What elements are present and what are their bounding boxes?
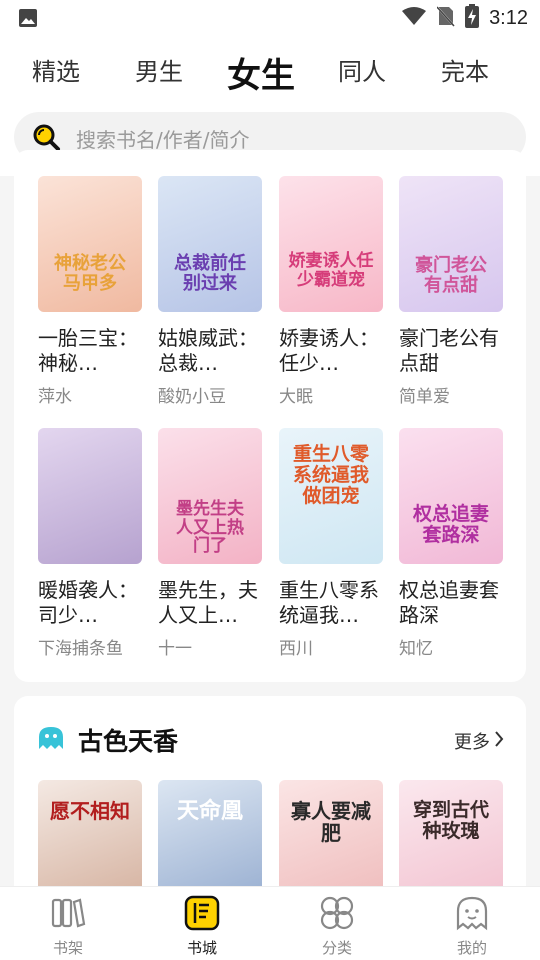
cover-title: 总裁前任别过来 [174,253,246,294]
cover-title: 豪门老公有点甜 [415,255,487,296]
section-title: 古色天香 [78,727,179,756]
nav-bookstore[interactable]: 书城 [162,895,242,958]
section-header: 古色天香 [36,722,178,758]
top-tab-bar: 精选 男生 女生 同人 完本 [0,36,540,109]
book-author: 酸奶小豆 [158,387,226,407]
book-item[interactable]: 愿不相知 [38,780,142,886]
wifi-icon [401,6,427,30]
tab-female-label: 女生 [227,56,295,96]
section-card: 古色天香 更多 愿不相知 天命凰 寡人要减肥 穿到古代种玫瑰 [14,696,526,916]
nav-category-label: 分类 [321,939,352,957]
cover-title: 愿不相知 [50,799,130,823]
status-bar: 3:12 [0,0,540,36]
nav-profile[interactable]: 我的 [432,895,512,958]
book-cover [38,428,142,564]
no-sim-icon [436,5,455,31]
book-item[interactable]: 娇妻诱人任少霸道宠 娇妻诱人：任少… 大眠 [279,176,383,407]
book-item[interactable]: 总裁前任别过来 姑娘威武：总裁… 酸奶小豆 [158,176,262,407]
book-item[interactable]: 寡人要减肥 [279,780,383,886]
book-item[interactable]: 重生八零系统逼我做团宠 重生八零系统逼我… 西川 [279,428,383,659]
book-cover: 总裁前任别过来 [158,176,262,312]
book-item[interactable]: 天命凰 [158,780,262,886]
book-cover: 重生八零系统逼我做团宠 [279,428,383,564]
book-title: 姑娘威武：总裁… [158,326,258,375]
bookstore-icon [162,895,242,931]
book-title: 豪门老公有点甜 [399,326,499,375]
nav-category[interactable]: 分类 [297,895,377,958]
book-item[interactable]: 神秘老公马甲多 一胎三宝：神秘… 萍水 [38,176,142,407]
book-item[interactable]: 暖婚袭人：司少… 下海捕条鱼 [38,428,142,659]
cover-title: 寡人要减肥 [291,799,371,845]
ghost-mascot-icon [36,725,66,755]
more-link[interactable]: 更多 [454,728,504,754]
nav-bookshelf[interactable]: 书架 [28,895,108,958]
book-title: 暖婚袭人：司少… [38,578,138,627]
book-cover: 娇妻诱人任少霸道宠 [279,176,383,312]
cover-title: 天命凰 [176,799,243,824]
book-title: 权总追妻套路深 [399,578,499,627]
book-author: 西川 [279,639,313,659]
clock-time: 3:12 [489,6,528,29]
more-label: 更多 [454,732,490,753]
cover-title: 墨先生夫人又上热门了 [176,499,244,557]
tab-featured[interactable]: 精选 [32,52,80,87]
tab-male[interactable]: 男生 [135,52,183,87]
book-author: 简单爱 [399,387,450,407]
gallery-notification-icon [18,8,38,32]
chevron-right-icon [494,730,504,753]
book-item[interactable]: 穿到古代种玫瑰 [399,780,503,886]
search-placeholder: 搜索书名/作者/简介 [76,128,250,152]
book-item[interactable]: 墨先生夫人又上热门了 墨先生，夫人又上… 十一 [158,428,262,659]
book-cover: 寡人要减肥 [279,780,383,886]
cover-title: 重生八零系统逼我做团宠 [292,443,369,507]
book-author: 萍水 [38,387,72,407]
tab-completed[interactable]: 完本 [441,52,489,87]
cover-title: 娇妻诱人任少霸道宠 [288,251,374,290]
book-cover: 穿到古代种玫瑰 [399,780,503,886]
nav-profile-label: 我的 [456,939,487,957]
nav-bookstore-label: 书城 [186,939,217,957]
nav-bookshelf-label: 书架 [52,939,83,957]
book-author: 知忆 [399,639,433,659]
tab-female[interactable]: 女生 [227,48,295,109]
book-cover: 权总追妻套路深 [399,428,503,564]
book-title: 一胎三宝：神秘… [38,326,138,375]
category-icon [297,895,377,931]
cover-title: 神秘老公马甲多 [54,253,126,294]
book-author: 下海捕条鱼 [38,639,123,659]
book-title: 重生八零系统逼我… [279,578,379,627]
cover-title: 权总追妻套路深 [412,503,489,546]
cover-title: 穿到古代种玫瑰 [412,799,489,842]
book-cover: 豪门老公有点甜 [399,176,503,312]
book-cover: 墨先生夫人又上热门了 [158,428,262,564]
book-cover: 神秘老公马甲多 [38,176,142,312]
tab-fanfic[interactable]: 同人 [338,52,386,87]
book-cover: 天命凰 [158,780,262,886]
book-title: 墨先生，夫人又上… [158,578,258,627]
book-cover: 愿不相知 [38,780,142,886]
bookshelf-icon [28,895,108,931]
bottom-nav: 书架 书城 分类 我的 [0,886,540,960]
book-item[interactable]: 权总追妻套路深 权总追妻套路深 知忆 [399,428,503,659]
profile-icon [432,895,512,931]
book-item[interactable]: 豪门老公有点甜 豪门老公有点甜 简单爱 [399,176,503,407]
book-grid-card: 神秘老公马甲多 一胎三宝：神秘… 萍水 总裁前任别过来 姑娘威武：总裁… 酸奶小… [14,150,526,682]
book-title: 娇妻诱人：任少… [279,326,379,375]
battery-charging-icon [465,4,480,32]
book-author: 十一 [158,639,192,659]
book-author: 大眠 [279,387,313,407]
